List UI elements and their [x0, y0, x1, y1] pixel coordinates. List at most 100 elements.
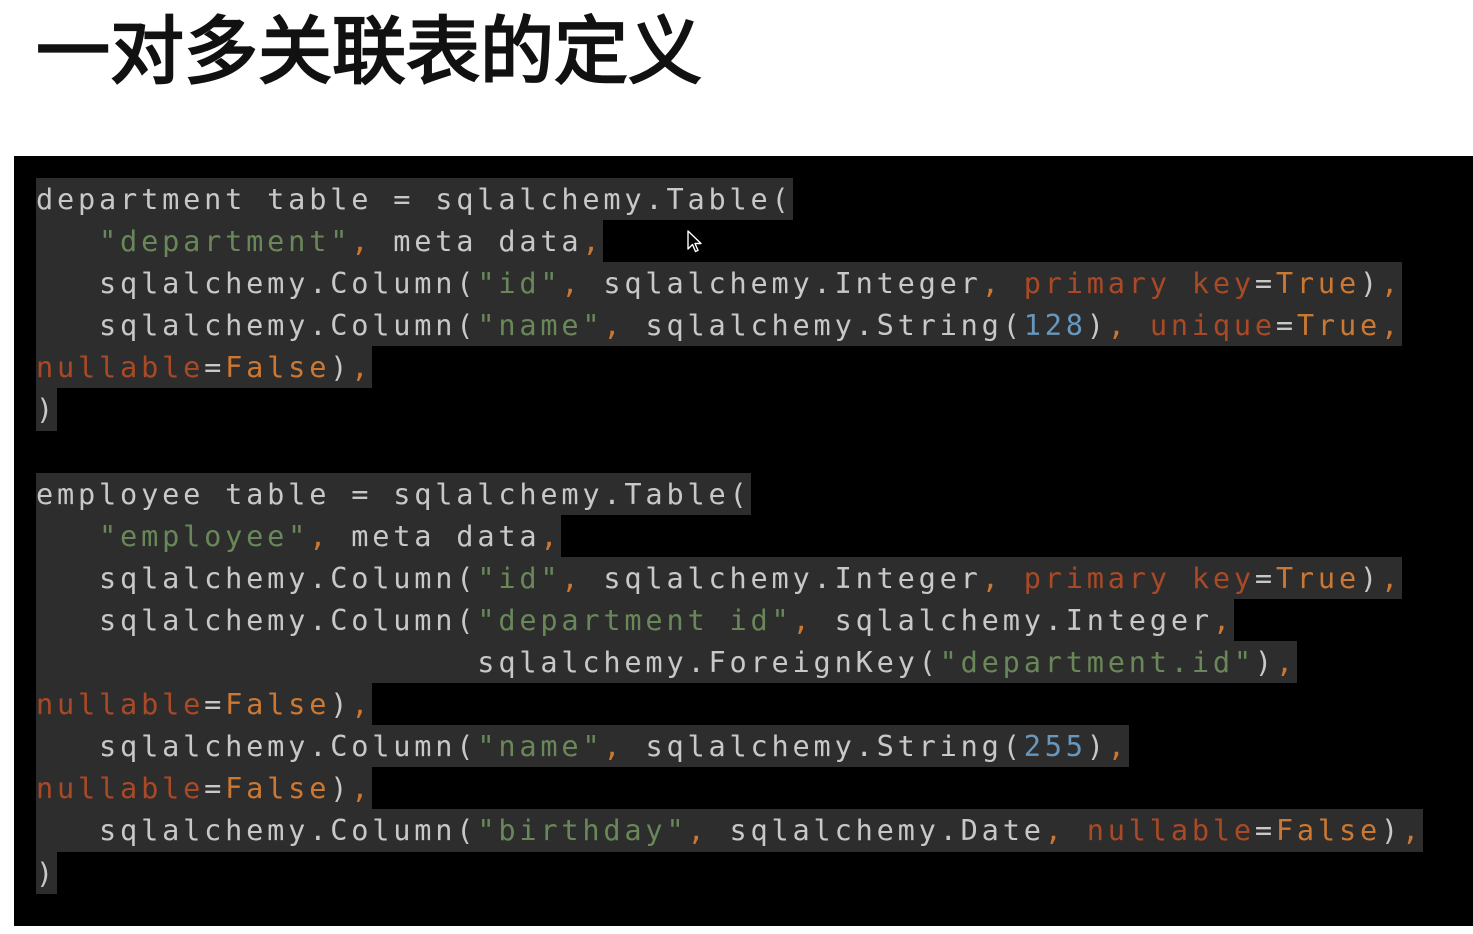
code-token: =: [204, 687, 226, 722]
code-token: sqlalchemy.Column(: [36, 602, 478, 637]
code-line: sqlalchemy.Column("birthday", sqlalchemy…: [36, 809, 1424, 852]
code-token: ,: [351, 350, 373, 385]
code-line: ): [36, 851, 1423, 894]
code-token: =: [204, 350, 226, 385]
code-line-selection: sqlalchemy.Column("birthday", sqlalchemy…: [36, 809, 1424, 852]
code-token: ,: [309, 518, 352, 553]
code-token: =: [1275, 308, 1297, 343]
code-token: ): [1254, 645, 1276, 680]
code-token: ,: [981, 266, 1024, 301]
code-line-selection: ): [36, 851, 58, 894]
code-token: ,: [603, 308, 646, 343]
code-line: department table = sqlalchemy.Table(: [36, 178, 1423, 221]
code-line-selection: "department", meta data,: [36, 220, 604, 263]
code-token: =: [1254, 266, 1276, 301]
code-token: "department id": [477, 602, 793, 637]
code-token: ,: [1212, 602, 1234, 637]
code-line: sqlalchemy.Column("name", sqlalchemy.Str…: [36, 725, 1423, 768]
code-token: primary key: [1023, 266, 1255, 301]
code-token: ,: [561, 560, 604, 595]
code-token: False: [1275, 813, 1381, 848]
code-token: ): [330, 350, 352, 385]
code-token: "employee": [99, 518, 310, 553]
code-token: False: [225, 687, 331, 722]
code-token: ,: [561, 266, 604, 301]
code-token: ,: [351, 224, 394, 259]
code-token: sqlalchemy.Column(: [36, 560, 478, 595]
code-token: nullable: [36, 771, 205, 806]
code-token: ,: [1402, 813, 1424, 848]
code-token: =: [1254, 813, 1276, 848]
code-line: sqlalchemy.Column("department id", sqlal…: [36, 598, 1423, 642]
code-line-selection: department table = sqlalchemy.Table(: [36, 178, 793, 221]
code-token: sqlalchemy.Integer: [603, 266, 982, 301]
code-line-selection: sqlalchemy.Column("id", sqlalchemy.Integ…: [36, 262, 1402, 305]
slide-title: 一对多关联表的定义: [36, 9, 702, 95]
code-token: ): [1380, 813, 1402, 848]
code-token: =: [1254, 560, 1276, 595]
code-line-selection: sqlalchemy.Column("name", sqlalchemy.Str…: [36, 725, 1129, 768]
code-token: "department": [99, 224, 352, 259]
code-token: True: [1275, 560, 1360, 595]
code-token: primary key: [1023, 560, 1255, 595]
code-token: True: [1296, 308, 1381, 343]
code-token: "name": [477, 308, 604, 343]
code-line: ): [36, 388, 1423, 431]
code-line-selection: sqlalchemy.ForeignKey("department.id"),: [36, 641, 1297, 684]
code-token: employee table = sqlalchemy.Table(: [36, 476, 751, 511]
code-token: ,: [351, 687, 373, 722]
code-token: sqlalchemy.Column(: [36, 813, 478, 848]
code-token: nullable: [1086, 813, 1255, 848]
code-token: ,: [981, 560, 1024, 595]
code-token: sqlalchemy.Integer: [834, 602, 1213, 637]
code-line: employee table = sqlalchemy.Table(: [36, 472, 1423, 515]
code-token: meta data: [351, 518, 541, 553]
code-token: ): [1359, 266, 1381, 301]
code-token: ,: [792, 602, 835, 637]
code-token: 255: [1023, 729, 1087, 764]
code-token: ,: [1044, 813, 1087, 848]
code-token: sqlalchemy.String(: [645, 308, 1024, 343]
code-line: "department", meta data,: [36, 220, 1423, 263]
code-line-selection: sqlalchemy.Column("department id", sqlal…: [36, 598, 1234, 642]
code-token: "birthday": [477, 813, 688, 848]
code-token: meta data: [393, 224, 583, 259]
code-token: False: [225, 350, 331, 385]
code-line: sqlalchemy.Column("name", sqlalchemy.Str…: [36, 304, 1423, 347]
code-token: ): [1086, 308, 1108, 343]
code-line-selection: nullable=False),: [36, 346, 373, 389]
code-token: "id": [477, 266, 562, 301]
code-line-selection: sqlalchemy.Column("name", sqlalchemy.Str…: [36, 304, 1402, 347]
code-token: ): [1359, 560, 1381, 595]
code-token: ,: [603, 729, 646, 764]
code-token: nullable: [36, 687, 205, 722]
code-panel: department table = sqlalchemy.Table( "de…: [14, 156, 1473, 926]
code-line-selection: sqlalchemy.Column("id", sqlalchemy.Integ…: [36, 556, 1402, 599]
code-token: ): [36, 855, 58, 890]
code-token: ,: [1275, 645, 1297, 680]
code-token: =: [204, 771, 226, 806]
code-line: nullable=False),: [36, 767, 1423, 810]
code-token: ,: [1107, 729, 1129, 764]
code-token: ): [36, 392, 58, 427]
code-line: nullable=False),: [36, 346, 1423, 389]
code-line: nullable=False),: [36, 683, 1423, 726]
code-token: ): [330, 771, 352, 806]
code-line-selection: nullable=False),: [36, 767, 373, 810]
code-token: ,: [1380, 266, 1402, 301]
code-token: sqlalchemy.Date: [729, 813, 1045, 848]
code-token: "id": [477, 560, 562, 595]
code-token: unique: [1149, 308, 1276, 343]
code-token: sqlalchemy.String(: [645, 729, 1024, 764]
code-token: ,: [582, 224, 604, 259]
code-token: False: [225, 771, 331, 806]
code-token: ,: [687, 813, 730, 848]
code-token: ,: [540, 518, 562, 553]
code-line: sqlalchemy.Column("id", sqlalchemy.Integ…: [36, 556, 1423, 599]
code-token: sqlalchemy.ForeignKey(: [36, 645, 940, 680]
code-token: 128: [1023, 308, 1087, 343]
code-token: ,: [1380, 308, 1402, 343]
